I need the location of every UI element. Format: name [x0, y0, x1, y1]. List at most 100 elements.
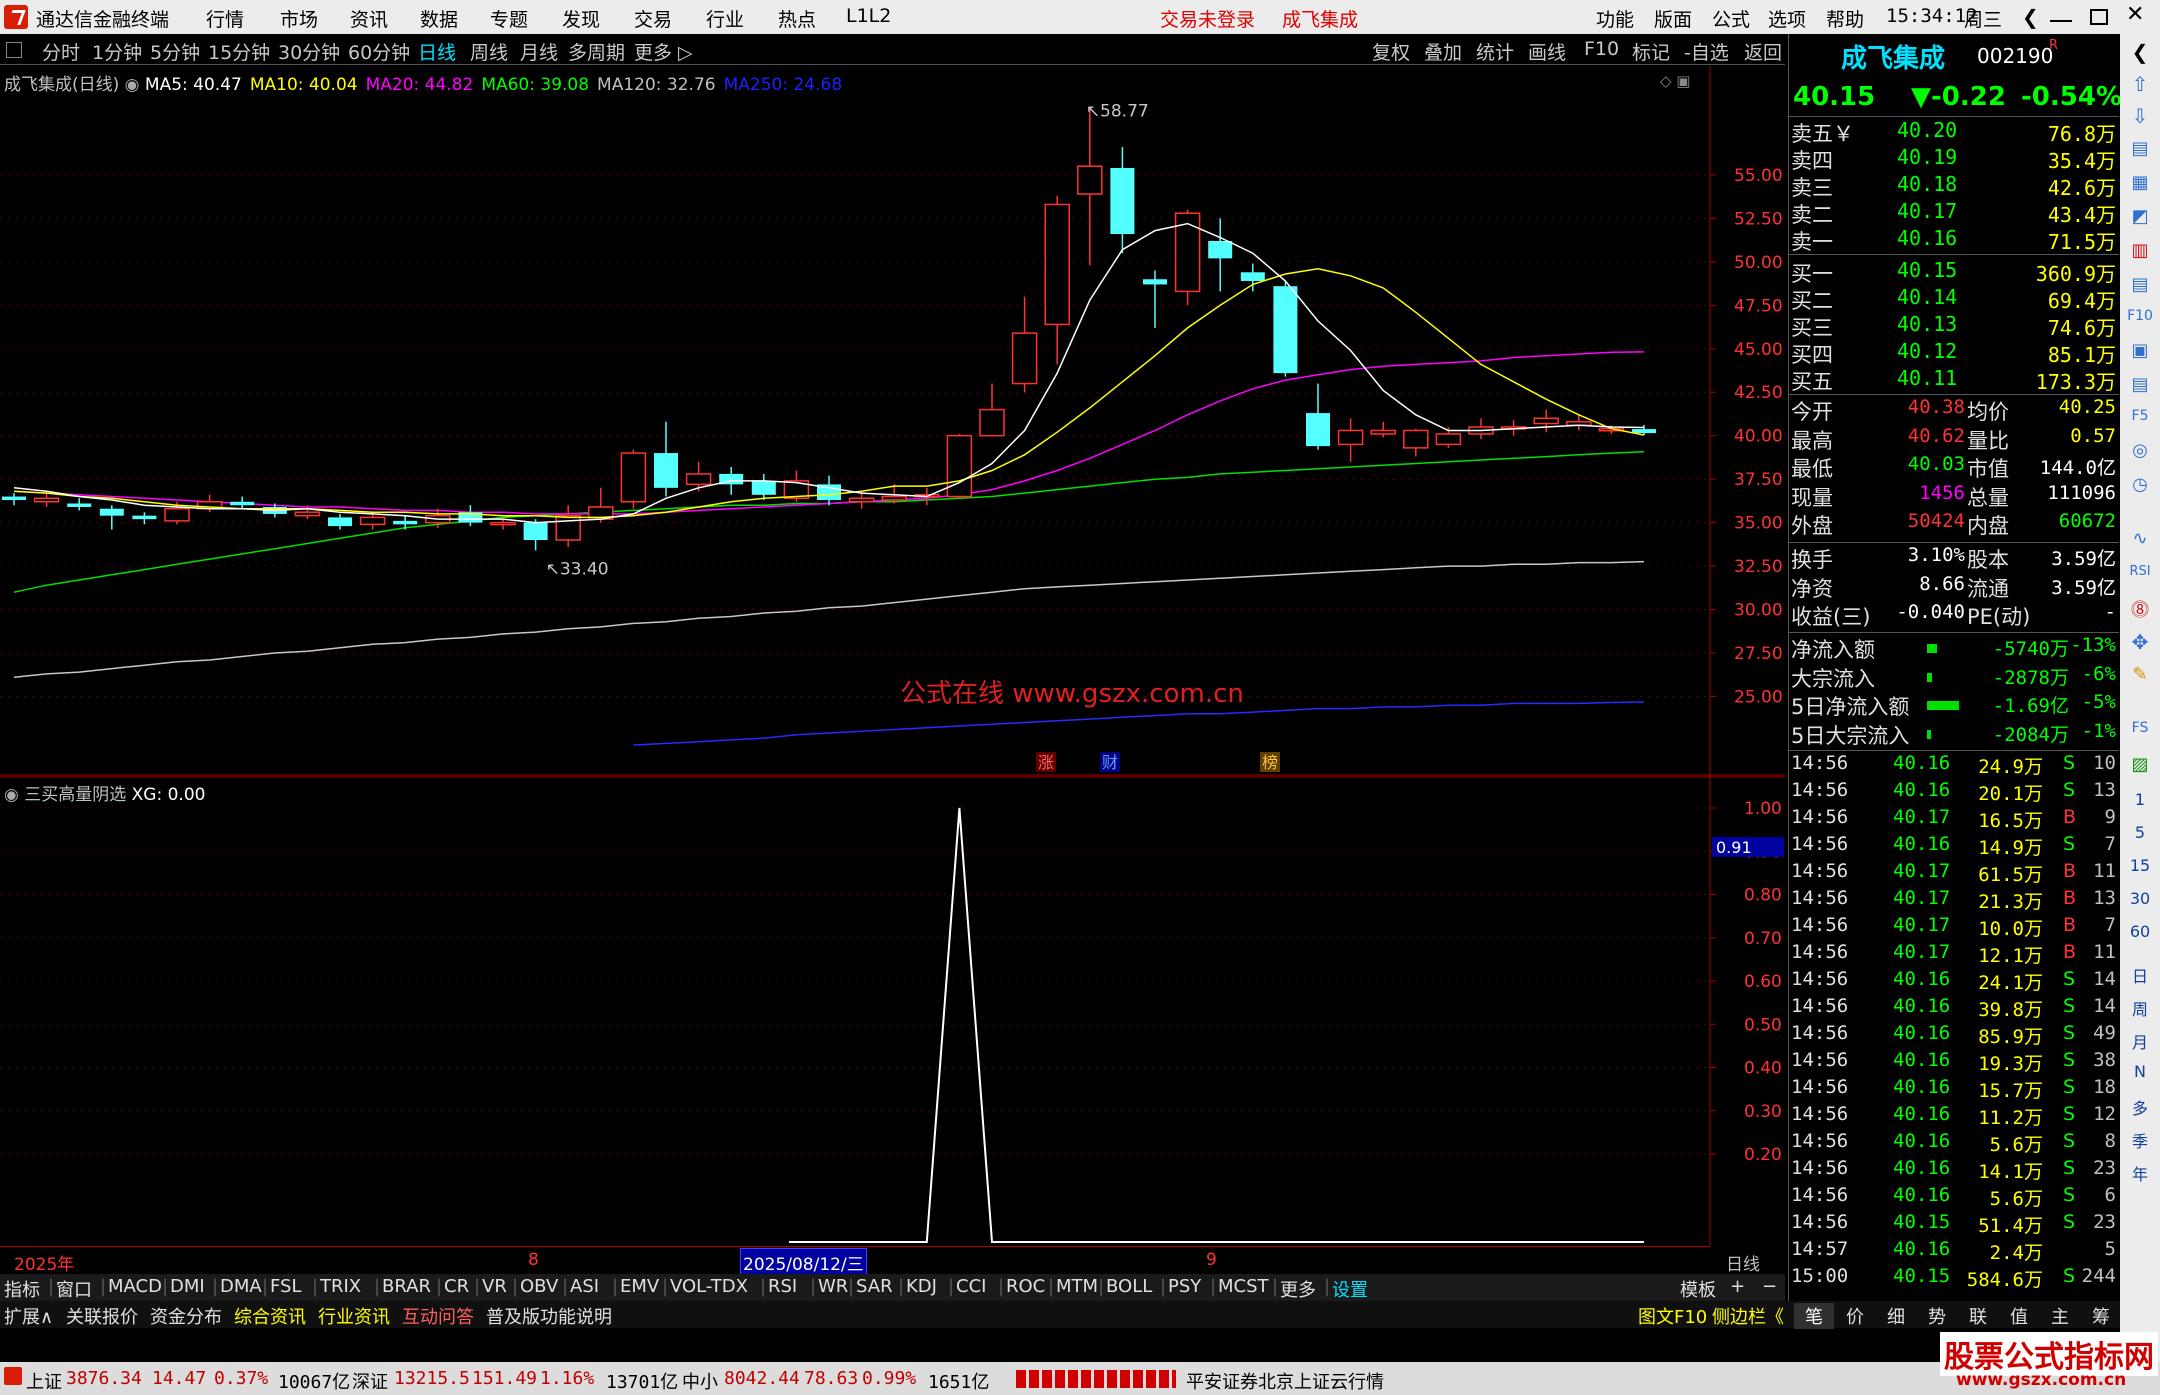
panel-tab-4[interactable]: 联: [1958, 1303, 1998, 1329]
zx-name[interactable]: 中小: [682, 1368, 718, 1394]
menu-item-7[interactable]: 行业: [706, 5, 744, 32]
wave-icon[interactable]: ∿: [2120, 528, 2160, 549]
side-period-3[interactable]: 30: [2120, 889, 2160, 908]
chart-icon[interactable]: ◩: [2120, 206, 2160, 227]
indicator-tab-4[interactable]: DMA: [220, 1276, 262, 1297]
fs-icon[interactable]: FS: [2120, 720, 2160, 736]
kline-svg[interactable]: 55.00 52.50 50.00 47.50 45.00 42.50 40.00 37.50…: [0, 66, 1785, 776]
news-icon[interactable]: ▤: [2120, 374, 2160, 395]
legend-toggle-icon[interactable]: ◉: [125, 75, 145, 95]
menu-item-2[interactable]: 资讯: [350, 5, 388, 32]
toolbar-btn-2[interactable]: 统计: [1476, 38, 1514, 65]
move-icon[interactable]: ✥: [2120, 630, 2160, 654]
bottom-tab-5[interactable]: 互动问答: [402, 1303, 474, 1329]
side-period-5[interactable]: 日: [2120, 963, 2160, 987]
collapse-icon[interactable]: ❮: [2120, 40, 2160, 64]
up-arrow-icon[interactable]: ⇧: [2120, 72, 2160, 96]
period-tab-10[interactable]: 更多 ▷: [634, 38, 693, 65]
indicator-tab-12[interactable]: EMV: [620, 1276, 659, 1297]
indicator-tab-7[interactable]: BRAR: [382, 1276, 431, 1297]
refresh-icon[interactable]: ◎: [2120, 440, 2160, 461]
buys-price-0[interactable]: 40.15: [1897, 258, 1957, 282]
indicator-tab-2[interactable]: MACD: [108, 1276, 162, 1297]
add-icon[interactable]: +: [1730, 1276, 1745, 1297]
side-period-8[interactable]: N: [2120, 1062, 2160, 1081]
sidebar-toggle[interactable]: 侧边栏《: [1712, 1303, 1784, 1329]
indicator-chart[interactable]: 1.000.900.800.700.600.500.400.300.200.91…: [0, 776, 1785, 1246]
login-status[interactable]: 交易未登录: [1160, 5, 1255, 32]
indicator-tab-15[interactable]: WR: [818, 1276, 848, 1297]
right-menu-item-0[interactable]: 功能: [1596, 5, 1634, 32]
down-arrow-icon[interactable]: ⇩: [2120, 104, 2160, 128]
menu-item-5[interactable]: 发现: [562, 5, 600, 32]
indicator-tab-14[interactable]: RSI: [768, 1276, 797, 1297]
menu-item-3[interactable]: 数据: [420, 5, 458, 32]
minimize-icon[interactable]: [2050, 20, 2072, 22]
table-icon[interactable]: ▤: [2120, 274, 2160, 295]
indicator-tab-13[interactable]: VOL-TDX: [670, 1276, 748, 1297]
toolbar-btn-1[interactable]: 叠加: [1424, 38, 1462, 65]
panel-tab-6[interactable]: 主: [2040, 1303, 2080, 1329]
indicator-tab-23[interactable]: MCST: [1218, 1276, 1269, 1297]
side-period-10[interactable]: 季: [2120, 1128, 2160, 1152]
template-button[interactable]: 模板: [1680, 1276, 1716, 1302]
indicator-tab-19[interactable]: ROC: [1006, 1276, 1045, 1297]
indicator-tab-3[interactable]: DMI: [170, 1276, 205, 1297]
s-icon[interactable]: ⓼: [2120, 596, 2160, 622]
period-tab-6[interactable]: 日线: [418, 38, 456, 65]
side-period-9[interactable]: 多: [2120, 1095, 2160, 1119]
menu-item-6[interactable]: 交易: [634, 5, 672, 32]
indicator-tab-17[interactable]: KDJ: [906, 1276, 937, 1297]
side-period-4[interactable]: 60: [2120, 922, 2160, 941]
sells-price-0[interactable]: 40.20: [1897, 118, 1957, 142]
server-name[interactable]: 平安证券北京上证云行情: [1186, 1368, 1384, 1394]
indicator-tab-21[interactable]: BOLL: [1106, 1276, 1152, 1297]
alarm-icon[interactable]: ◷: [2120, 474, 2160, 495]
period-tab-0[interactable]: 分时: [42, 38, 80, 65]
side-period-2[interactable]: 15: [2120, 856, 2160, 875]
buys-price-1[interactable]: 40.14: [1897, 285, 1957, 309]
toolbar-btn-3[interactable]: 画线: [1528, 38, 1566, 65]
menu-item-0[interactable]: 行情: [206, 5, 244, 32]
indicator-tab-25[interactable]: 设置: [1332, 1276, 1368, 1302]
panel-tab-0[interactable]: 笔: [1794, 1303, 1834, 1329]
side-period-0[interactable]: 1: [2120, 790, 2160, 809]
toolbar-btn-7[interactable]: 返回: [1744, 38, 1782, 65]
panel-tab-2[interactable]: 细: [1876, 1303, 1916, 1329]
list-icon[interactable]: ▤: [2120, 138, 2160, 159]
side-period-7[interactable]: 月: [2120, 1029, 2160, 1053]
indicator-toggle-icon[interactable]: ◉: [4, 785, 24, 805]
buys-price-2[interactable]: 40.13: [1897, 312, 1957, 336]
panel-tab-5[interactable]: 值: [1999, 1303, 2039, 1329]
indicator-tab-1[interactable]: 窗口: [56, 1276, 92, 1302]
main-kline-chart[interactable]: 55.00 52.50 50.00 47.50 45.00 42.50 40.00 37.50…: [0, 66, 1785, 776]
right-menu-item-3[interactable]: 选项: [1768, 5, 1806, 32]
grid-icon[interactable]: ▦: [2120, 172, 2160, 193]
toolbar-btn-4[interactable]: F10: [1584, 38, 1619, 60]
f10-link[interactable]: 图文F10: [1638, 1303, 1707, 1329]
right-menu-item-4[interactable]: 帮助: [1826, 5, 1864, 32]
indicator-tab-5[interactable]: FSL: [270, 1276, 302, 1297]
remove-icon[interactable]: −: [1762, 1276, 1777, 1297]
indicator-tab-0[interactable]: 指标: [4, 1276, 40, 1302]
toolbar-btn-0[interactable]: 复权: [1372, 38, 1410, 65]
side-period-1[interactable]: 5: [2120, 823, 2160, 842]
sells-price-1[interactable]: 40.19: [1897, 145, 1957, 169]
period-tab-3[interactable]: 15分钟: [208, 38, 270, 65]
period-tab-2[interactable]: 5分钟: [150, 38, 200, 65]
toolbar-btn-6[interactable]: -自选: [1684, 38, 1729, 65]
sells-price-4[interactable]: 40.16: [1897, 226, 1957, 250]
sh-name[interactable]: 上证: [26, 1368, 62, 1394]
sells-price-3[interactable]: 40.17: [1897, 199, 1957, 223]
bottom-tab-6[interactable]: 普及版功能说明: [486, 1303, 612, 1329]
pen-icon[interactable]: ✎: [2120, 664, 2160, 685]
restore-icon[interactable]: [2090, 9, 2108, 25]
period-tab-8[interactable]: 月线: [520, 38, 558, 65]
indicator-svg[interactable]: 1.000.900.800.700.600.500.400.300.200.91: [0, 776, 1785, 1246]
kline-icon[interactable]: ▥: [2120, 240, 2160, 261]
right-menu-item-1[interactable]: 版面: [1654, 5, 1692, 32]
panel-tab-3[interactable]: 势: [1917, 1303, 1957, 1329]
side-period-11[interactable]: 年: [2120, 1161, 2160, 1185]
panel-tab-1[interactable]: 价: [1835, 1303, 1875, 1329]
chart-options-icon[interactable]: ◇ ▣: [1660, 72, 1690, 90]
